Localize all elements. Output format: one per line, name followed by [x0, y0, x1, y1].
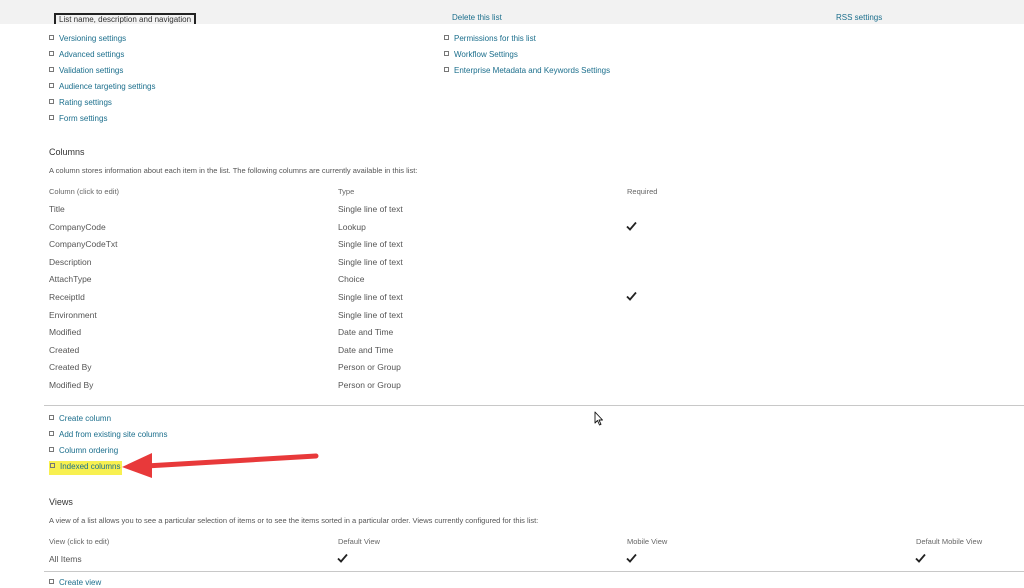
- workflow-settings-link[interactable]: Workflow Settings: [444, 49, 518, 60]
- column-type-cell: Person or Group: [338, 362, 401, 372]
- column-type-cell: Lookup: [338, 222, 366, 232]
- check-icon: [626, 553, 637, 563]
- column-type-cell: Person or Group: [338, 380, 401, 390]
- column-name-cell[interactable]: ReceiptId: [49, 292, 85, 302]
- delete-list-link[interactable]: Delete this list: [452, 13, 502, 22]
- column-type-cell: Choice: [338, 274, 365, 284]
- columns-title: Columns: [49, 147, 85, 157]
- check-icon: [915, 553, 926, 563]
- column-header-name: Column (click to edit): [49, 187, 120, 196]
- add-from-site-columns-link[interactable]: Add from existing site columns: [49, 429, 168, 440]
- enterprise-metadata-link[interactable]: Enterprise Metadata and Keywords Setting…: [444, 65, 610, 76]
- bullet-icon: [49, 431, 54, 437]
- view-header-default-mobile: Default Mobile View: [916, 537, 983, 546]
- column-name-cell[interactable]: CompanyCodeTxt: [49, 239, 118, 249]
- view-header-mobile: Mobile View: [627, 537, 668, 546]
- top-cut-bar: List name, description and navigation De…: [0, 0, 1024, 24]
- columns-description: A column stores information about each i…: [49, 166, 418, 175]
- check-icon: [337, 553, 348, 563]
- bullet-icon: [49, 99, 54, 105]
- bullet-icon: [444, 51, 449, 57]
- view-header-name: View (click to edit): [49, 537, 110, 546]
- column-name-cell[interactable]: Created By: [49, 362, 92, 372]
- columns-divider: [44, 405, 1024, 406]
- view-row-all-items[interactable]: All Items: [49, 554, 82, 564]
- check-icon: [626, 221, 637, 231]
- column-type-cell: Date and Time: [338, 327, 394, 337]
- bullet-icon: [49, 35, 54, 41]
- view-header-default: Default View: [338, 537, 380, 546]
- bullet-icon: [50, 463, 55, 469]
- versioning-settings-link[interactable]: Versioning settings: [49, 33, 126, 44]
- form-settings-link[interactable]: Form settings: [49, 113, 107, 124]
- column-type-cell: Single line of text: [338, 239, 403, 249]
- indexed-columns-link[interactable]: Indexed columns: [49, 461, 123, 475]
- column-type-cell: Date and Time: [338, 345, 394, 355]
- create-view-link[interactable]: Create view: [49, 577, 101, 588]
- bullet-icon: [444, 67, 449, 73]
- bullet-icon: [49, 83, 54, 89]
- views-title: Views: [49, 497, 73, 507]
- column-name-cell[interactable]: Environment: [49, 310, 97, 320]
- views-divider: [44, 571, 1024, 572]
- column-name-cell[interactable]: Modified By: [49, 380, 93, 390]
- views-description: A view of a list allows you to see a par…: [49, 516, 539, 525]
- advanced-settings-link[interactable]: Advanced settings: [49, 49, 124, 60]
- mouse-cursor-icon: [594, 411, 603, 426]
- permissions-link[interactable]: Permissions for this list: [444, 33, 536, 44]
- create-column-link[interactable]: Create column: [49, 413, 111, 424]
- red-arrow-annotation: [122, 453, 319, 478]
- bullet-icon: [444, 35, 449, 41]
- check-icon: [626, 291, 637, 301]
- bullet-icon: [49, 447, 54, 453]
- column-name-cell[interactable]: CompanyCode: [49, 222, 106, 232]
- column-name-cell[interactable]: AttachType: [49, 274, 92, 284]
- bullet-icon: [49, 67, 54, 73]
- column-type-cell: Single line of text: [338, 310, 403, 320]
- list-name-link[interactable]: List name, description and navigation: [54, 13, 197, 24]
- column-name-cell[interactable]: Description: [49, 257, 92, 267]
- bullet-icon: [49, 115, 54, 121]
- rating-settings-link[interactable]: Rating settings: [49, 97, 112, 108]
- column-header-type: Type: [338, 187, 355, 196]
- validation-settings-link[interactable]: Validation settings: [49, 65, 123, 76]
- column-header-required: Required: [627, 187, 658, 196]
- column-type-cell: Single line of text: [338, 292, 403, 302]
- audience-targeting-settings-link[interactable]: Audience targeting settings: [49, 81, 156, 92]
- column-name-cell[interactable]: Created: [49, 345, 79, 355]
- column-name-cell[interactable]: Title: [49, 204, 65, 214]
- rss-settings-link[interactable]: RSS settings: [836, 13, 882, 22]
- bullet-icon: [49, 415, 54, 421]
- column-type-cell: Single line of text: [338, 257, 403, 267]
- column-ordering-link[interactable]: Column ordering: [49, 445, 118, 456]
- column-type-cell: Single line of text: [338, 204, 403, 214]
- column-name-cell[interactable]: Modified: [49, 327, 81, 337]
- bullet-icon: [49, 51, 54, 57]
